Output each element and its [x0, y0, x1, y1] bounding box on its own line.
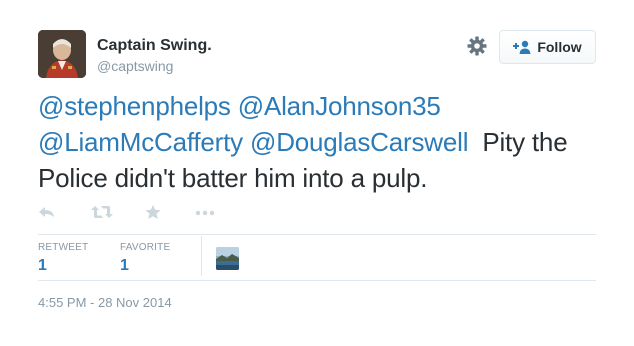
- stats-separator: [201, 236, 202, 276]
- tweet-text: @stephenphelps @AlanJohnson35 @LiamMcCaff…: [38, 88, 618, 196]
- user-handle[interactable]: @captswing: [97, 58, 173, 74]
- avatar[interactable]: [38, 30, 86, 78]
- mention-link[interactable]: @AlanJohnson35: [238, 91, 441, 121]
- retweet-icon[interactable]: [91, 204, 113, 222]
- favorites-count[interactable]: 1: [120, 257, 129, 275]
- mention-link[interactable]: @stephenphelps: [38, 91, 231, 121]
- favoriter-avatar[interactable]: [216, 247, 239, 270]
- display-name[interactable]: Captain Swing.: [97, 37, 212, 55]
- stats-top-divider: [38, 234, 596, 235]
- avatar-portrait-image: [38, 30, 86, 78]
- tweet-timestamp[interactable]: 4:55 PM - 28 Nov 2014: [38, 295, 172, 310]
- retweets-count[interactable]: 1: [38, 257, 47, 275]
- retweets-label: RETWEET: [38, 242, 89, 253]
- gear-icon[interactable]: [466, 35, 488, 57]
- add-user-icon: [513, 40, 531, 54]
- favorite-icon[interactable]: [144, 204, 166, 222]
- tweet-card: Captain Swing. @captswing Follow @stephe…: [0, 0, 634, 346]
- mention-link[interactable]: @DouglasCarswell: [250, 127, 468, 157]
- follow-button[interactable]: Follow: [499, 30, 596, 64]
- stats-bottom-divider: [38, 280, 596, 281]
- favorites-label: FAVORITE: [120, 242, 171, 253]
- landscape-thumbnail-image: [216, 247, 239, 270]
- mention-link[interactable]: @LiamMcCafferty: [38, 127, 243, 157]
- reply-icon[interactable]: [38, 204, 60, 222]
- more-icon[interactable]: [194, 204, 216, 222]
- follow-button-label: Follow: [537, 39, 582, 55]
